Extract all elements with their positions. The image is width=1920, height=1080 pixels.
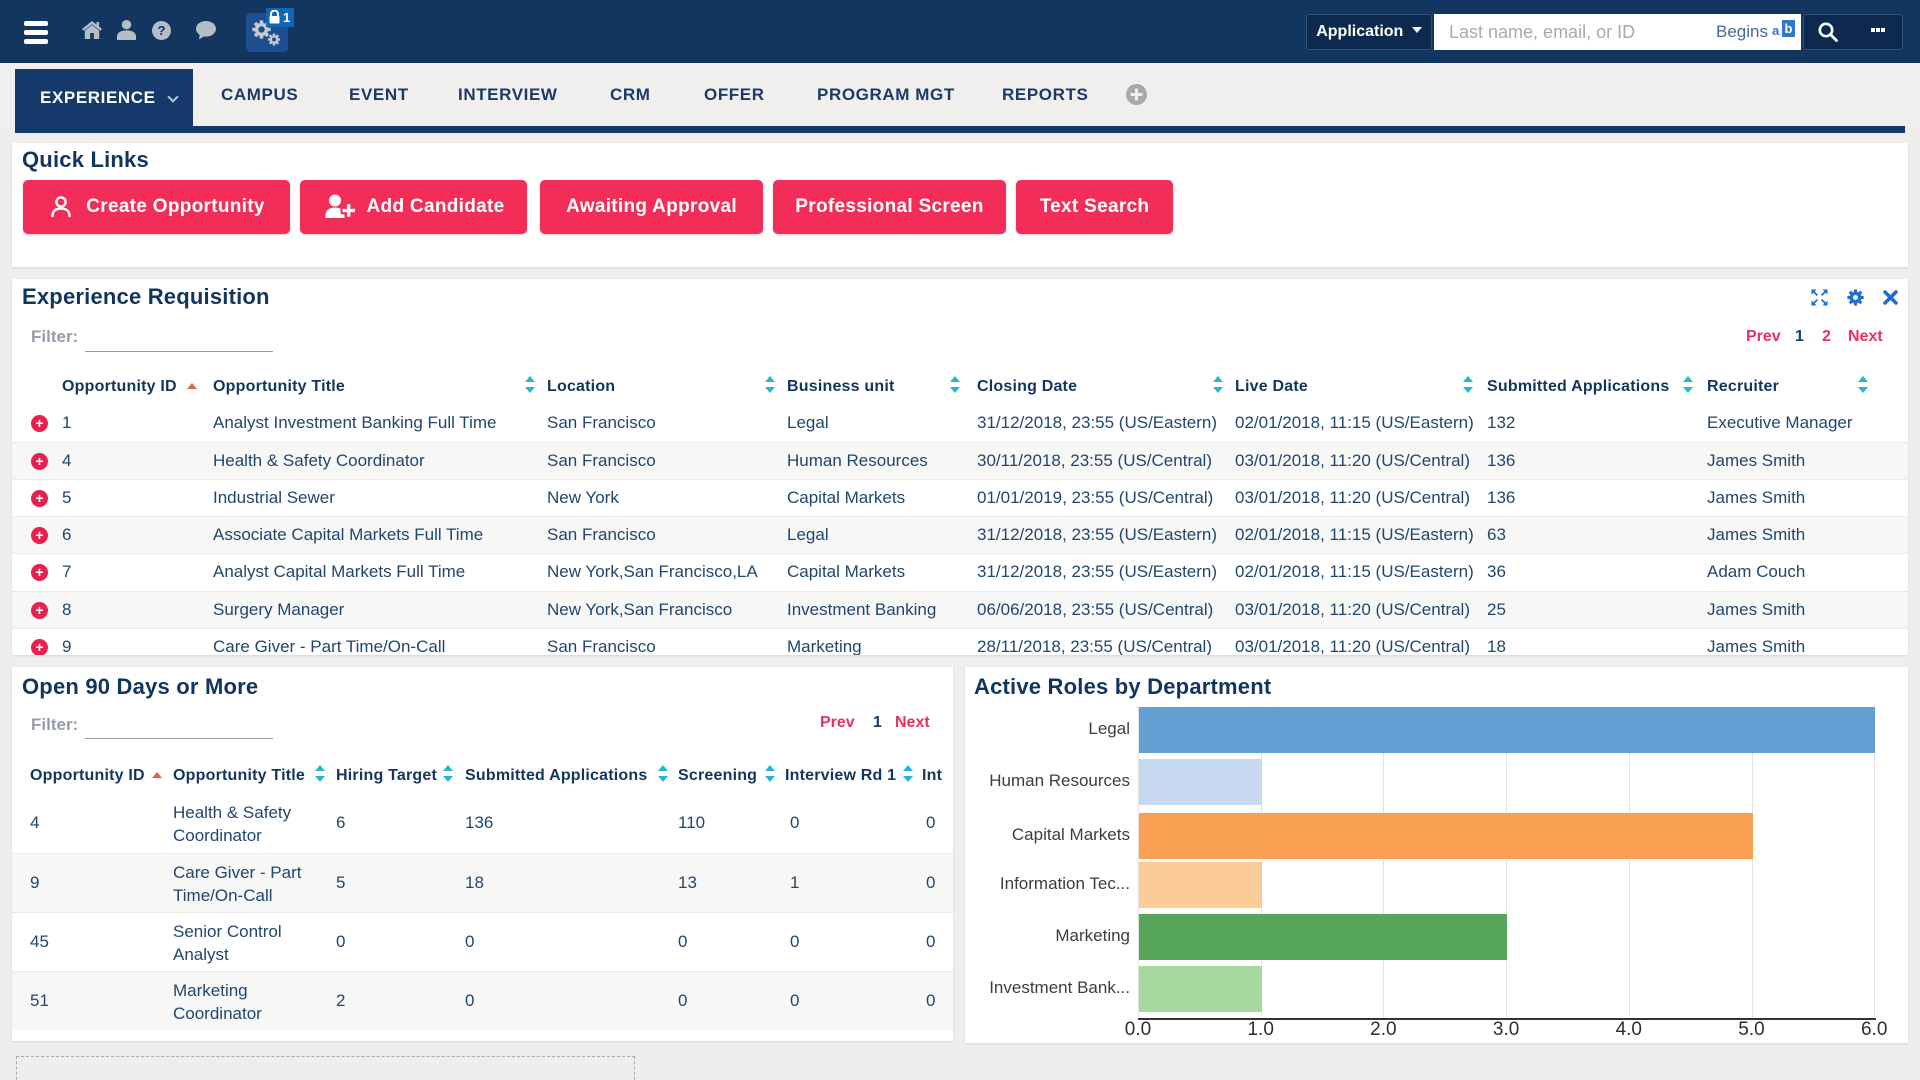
svg-text:?: ? — [158, 23, 166, 38]
